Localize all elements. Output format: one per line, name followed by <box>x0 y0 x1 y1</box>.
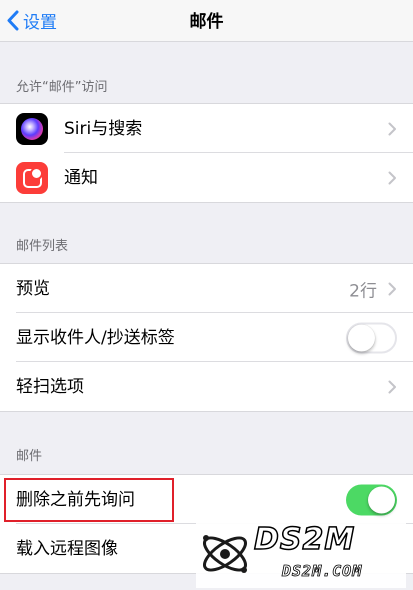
preview-value: 2行 <box>349 281 377 301</box>
chevron-right-icon <box>388 122 396 135</box>
siri-search-label: Siri与搜索 <box>64 118 143 139</box>
swipe-options-row[interactable]: 轻扫选项 <box>0 362 413 411</box>
section-header-access: 允许“邮件”访问 <box>16 80 108 95</box>
section-header-mail-list: 邮件列表 <box>16 239 69 254</box>
highlight-box <box>4 478 174 522</box>
show-to-cc-labels-toggle[interactable] <box>346 322 397 353</box>
load-remote-images-label: 载入远程图像 <box>16 538 118 559</box>
mail-list-group: 预览 2行 显示收件人/抄送标签 轻扫选项 <box>0 263 413 412</box>
atom-logo-icon <box>203 535 247 573</box>
page-title: 邮件 <box>189 12 224 32</box>
watermark: DS2M DS2M.COM <box>196 520 406 588</box>
siri-search-row[interactable]: Siri与搜索 <box>0 104 413 153</box>
siri-icon <box>16 112 48 145</box>
show-to-cc-labels-row: 显示收件人/抄送标签 <box>0 313 413 362</box>
preview-label: 预览 <box>16 278 50 299</box>
section-header-mail: 邮件 <box>16 449 43 464</box>
ask-before-deleting-toggle[interactable] <box>346 484 397 515</box>
notifications-icon <box>16 161 48 194</box>
watermark-site: DS2M.COM <box>282 562 363 581</box>
chevron-right-icon <box>388 171 396 184</box>
preview-row[interactable]: 预览 2行 <box>0 264 413 313</box>
navigation-bar: 设置 邮件 <box>0 0 413 42</box>
chevron-right-icon <box>388 380 396 393</box>
access-group: Siri与搜索 通知 <box>0 103 413 203</box>
watermark-brand: DS2M <box>253 521 356 558</box>
show-to-cc-labels-label: 显示收件人/抄送标签 <box>16 327 175 348</box>
notifications-row[interactable]: 通知 <box>0 153 413 202</box>
notifications-label: 通知 <box>64 167 98 188</box>
chevron-right-icon <box>388 282 396 295</box>
swipe-options-label: 轻扫选项 <box>16 376 84 397</box>
